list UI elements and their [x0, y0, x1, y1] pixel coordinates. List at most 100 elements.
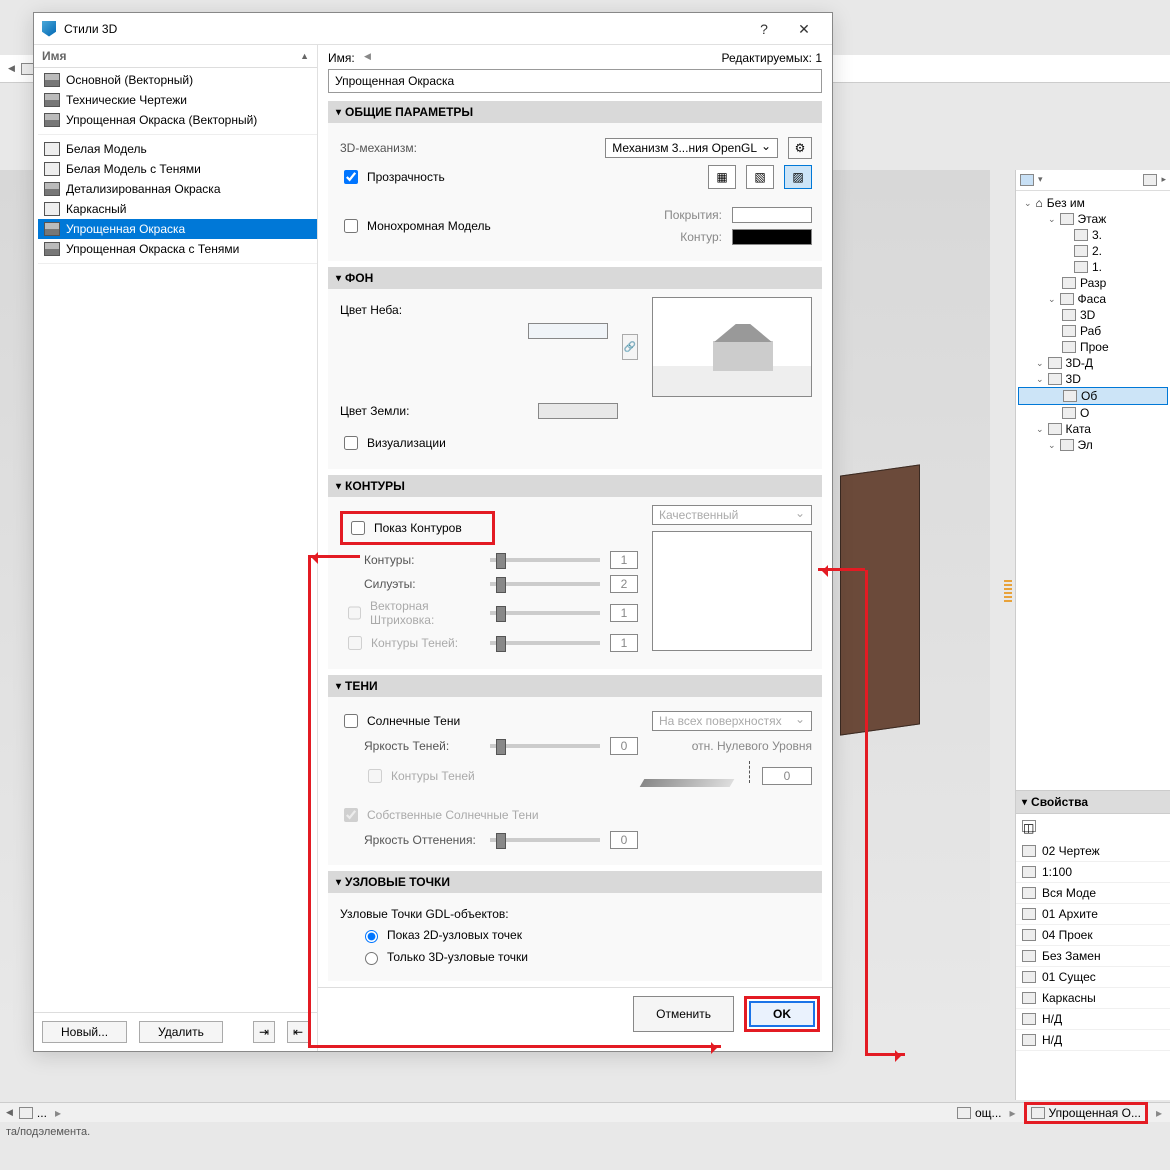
tree-row[interactable]: 1. — [1018, 259, 1168, 275]
tree-row[interactable]: ⌄Этаж — [1018, 211, 1168, 227]
property-row[interactable]: Каркасны — [1016, 988, 1170, 1009]
style-name-input[interactable]: Упрощенная Окраска — [328, 69, 822, 93]
property-row[interactable]: Н/Д — [1016, 1009, 1170, 1030]
section-contours[interactable]: КОНТУРЫ — [328, 475, 822, 497]
shadow-contours-checkbox[interactable]: Контуры Теней: — [340, 633, 480, 653]
import-button[interactable]: ⇥ — [253, 1021, 275, 1043]
status-arrow-left[interactable]: ◀ — [6, 1107, 13, 1118]
own-shadows-checkbox[interactable]: Собственные Солнечные Тени — [340, 805, 539, 825]
property-row[interactable]: 02 Чертеж — [1016, 841, 1170, 862]
vector-hatch-slider[interactable] — [490, 611, 600, 615]
tree-row[interactable]: О — [1018, 405, 1168, 421]
visualizations-checkbox[interactable]: Визуализации — [340, 433, 446, 453]
style-item[interactable]: Технические Чертежи — [38, 90, 317, 110]
delete-button[interactable]: Удалить — [139, 1021, 223, 1043]
property-row[interactable]: Н/Д — [1016, 1030, 1170, 1051]
sun-shadows-checkbox[interactable]: Солнечные Тени — [340, 711, 460, 731]
panel-resize-handle[interactable] — [1004, 580, 1012, 604]
shadow-level-value[interactable]: 0 — [762, 767, 812, 785]
properties-header[interactable]: Свойства — [1016, 791, 1170, 814]
property-row[interactable]: Вся Моде — [1016, 883, 1170, 904]
style-item[interactable]: Детализированная Окраска — [38, 179, 317, 199]
property-row[interactable]: 1:100 — [1016, 862, 1170, 883]
shadow-brightness-slider[interactable] — [490, 744, 600, 748]
style-item[interactable]: Каркасный — [38, 199, 317, 219]
style-item[interactable]: Упрощенная Окраска — [38, 219, 317, 239]
vector-hatch-checkbox[interactable]: Векторная Штриховка: — [340, 599, 480, 627]
close-button[interactable]: ✕ — [784, 15, 824, 43]
link-icon[interactable]: 🔗 — [622, 334, 638, 360]
shading-mode-2[interactable]: ▧ — [746, 165, 774, 189]
vector-hatch-value[interactable]: 1 — [610, 604, 638, 622]
shadow-contours-value[interactable]: 1 — [610, 634, 638, 652]
shadow-contours-slider[interactable] — [490, 641, 600, 645]
section-shadows[interactable]: ТЕНИ — [328, 675, 822, 697]
collapse-icon[interactable]: ◀ — [364, 51, 371, 62]
help-button[interactable]: ? — [744, 15, 784, 43]
show-contours-checkbox[interactable]: Показ Контуров — [340, 511, 495, 545]
shading-mode-1[interactable]: ▦ — [708, 165, 736, 189]
tree-row[interactable]: Раб — [1018, 323, 1168, 339]
section-background[interactable]: ФОН — [328, 267, 822, 289]
style-item[interactable]: Белая Модель с Тенями — [38, 159, 317, 179]
style-item[interactable]: Упрощенная Окраска с Тенями — [38, 239, 317, 259]
property-row[interactable]: 04 Проек — [1016, 925, 1170, 946]
cancel-button[interactable]: Отменить — [633, 996, 734, 1032]
shadow-surfaces-select[interactable]: На всех поверхностях — [652, 711, 812, 731]
status-crumb-2[interactable]: ощ... — [957, 1106, 1002, 1120]
tree-row[interactable]: ⌄Ката — [1018, 421, 1168, 437]
tree-row[interactable]: ⌄3D — [1018, 371, 1168, 387]
status-crumb-style[interactable]: Упрощенная О... — [1024, 1102, 1148, 1124]
ok-button[interactable]: OK — [749, 1001, 815, 1027]
property-row[interactable]: 01 Архите — [1016, 904, 1170, 925]
shadow-brightness-value[interactable]: 0 — [610, 737, 638, 755]
shading-mode-3[interactable]: ▨ — [784, 165, 812, 189]
quality-select[interactable]: Качественный — [652, 505, 812, 525]
tint-slider[interactable] — [490, 838, 600, 842]
silhouettes-slider[interactable] — [490, 582, 600, 586]
tree-row[interactable]: ⌄Фаса — [1018, 291, 1168, 307]
nav-dropdown-icon[interactable]: ▾ — [1038, 174, 1043, 186]
tree-row[interactable]: Прое — [1018, 339, 1168, 355]
transparency-checkbox[interactable]: Прозрачность — [340, 167, 445, 187]
navigator-tree[interactable]: ⌄⌂Без им ⌄Этаж3.2.1.Разр⌄Фаса3DРабПрое⌄3… — [1016, 191, 1170, 457]
style-item[interactable]: Белая Модель — [38, 139, 317, 159]
sh-contours-checkbox[interactable]: Контуры Теней — [340, 766, 475, 786]
tree-row[interactable]: Разр — [1018, 275, 1168, 291]
style-item[interactable]: Основной (Векторный) — [38, 70, 317, 90]
left-header[interactable]: Имя ▲ — [34, 45, 317, 68]
monochrome-checkbox[interactable]: Монохромная Модель — [340, 216, 491, 236]
nav-tab-icon[interactable] — [1020, 174, 1034, 186]
property-icon — [1022, 971, 1036, 983]
style-list[interactable]: Основной (Векторный)Технические ЧертежиУ… — [34, 68, 317, 1012]
silhouettes-value[interactable]: 2 — [610, 575, 638, 593]
nodes-3d-radio[interactable]: Только 3D-узловые точки — [360, 949, 812, 965]
sky-color-swatch[interactable] — [528, 323, 608, 339]
surface-color-swatch[interactable] — [732, 207, 812, 223]
contour-color-swatch[interactable] — [732, 229, 812, 245]
tree-row[interactable]: Об — [1018, 387, 1168, 405]
tree-row[interactable]: 3. — [1018, 227, 1168, 243]
new-button[interactable]: Новый... — [42, 1021, 127, 1043]
property-row[interactable]: 01 Сущес — [1016, 967, 1170, 988]
section-nodes[interactable]: УЗЛОВЫЕ ТОЧКИ — [328, 871, 822, 893]
nodes-2d-radio[interactable]: Показ 2D-узловых точек — [360, 927, 812, 943]
breadcrumb[interactable]: ... — [19, 1106, 47, 1120]
tree-root[interactable]: ⌄⌂Без им — [1018, 195, 1168, 211]
contours-slider[interactable] — [490, 558, 600, 562]
style-item[interactable]: Упрощенная Окраска (Векторный) — [38, 110, 317, 130]
export-button[interactable]: ⇤ — [287, 1021, 309, 1043]
nav-options-icon[interactable] — [1143, 174, 1157, 186]
tree-row[interactable]: ⌄3D-Д — [1018, 355, 1168, 371]
tint-value[interactable]: 0 — [610, 831, 638, 849]
tree-row[interactable]: 2. — [1018, 243, 1168, 259]
tree-row[interactable]: 3D — [1018, 307, 1168, 323]
contours-value[interactable]: 1 — [610, 551, 638, 569]
gear-icon[interactable]: ⚙ — [788, 137, 812, 159]
ground-color-swatch[interactable] — [538, 403, 618, 419]
tree-row[interactable]: ⌄Эл — [1018, 437, 1168, 453]
property-row[interactable]: Без Замен — [1016, 946, 1170, 967]
sort-icon[interactable]: ▲ — [300, 51, 309, 61]
engine-select[interactable]: Механизм 3...ния OpenGL — [605, 138, 778, 158]
section-general[interactable]: ОБЩИЕ ПАРАМЕТРЫ — [328, 101, 822, 123]
